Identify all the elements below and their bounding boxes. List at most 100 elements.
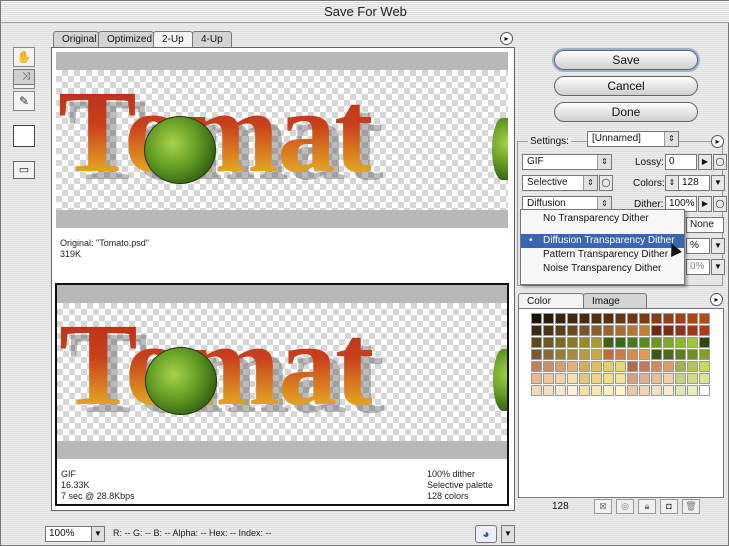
color-swatch[interactable] (675, 385, 686, 396)
color-swatch[interactable] (531, 349, 542, 360)
color-swatch[interactable] (699, 325, 710, 336)
color-swatch[interactable] (603, 313, 614, 324)
color-swatch[interactable] (579, 361, 590, 372)
color-swatch[interactable] (603, 361, 614, 372)
color-swatch[interactable] (699, 349, 710, 360)
color-swatch[interactable] (651, 373, 662, 384)
color-swatch[interactable] (603, 325, 614, 336)
lossy-mask-icon[interactable]: ◯ (713, 154, 727, 170)
color-swatch[interactable] (603, 373, 614, 384)
eyedropper-color-swatch[interactable] (13, 125, 35, 147)
dither-mask-icon[interactable]: ◯ (713, 196, 727, 212)
color-swatch[interactable] (675, 337, 686, 348)
color-swatch[interactable] (579, 349, 590, 360)
browser-dropdown-icon[interactable]: ▼ (501, 525, 515, 543)
color-swatch[interactable] (651, 385, 662, 396)
color-swatch[interactable] (663, 313, 674, 324)
color-swatch[interactable] (699, 385, 710, 396)
color-swatch[interactable] (555, 385, 566, 396)
color-swatch[interactable] (555, 373, 566, 384)
color-swatch[interactable] (603, 349, 614, 360)
color-swatch[interactable] (543, 373, 554, 384)
color-swatch[interactable] (627, 313, 638, 324)
tab-2-up[interactable]: 2-Up (153, 31, 193, 47)
preview-menu-icon[interactable]: ▸ (500, 32, 513, 45)
color-swatch[interactable] (543, 337, 554, 348)
color-swatch[interactable] (603, 385, 614, 396)
color-swatch[interactable] (675, 373, 686, 384)
color-swatch[interactable] (699, 373, 710, 384)
color-swatch[interactable] (543, 361, 554, 372)
color-swatch[interactable] (615, 361, 626, 372)
original-image[interactable]: Tomat Tomat (56, 70, 508, 210)
menu-item-pattern-transparency-dither[interactable]: Pattern Transparency Dither (521, 248, 684, 262)
hand-tool-icon[interactable]: ✋ (13, 47, 35, 67)
color-swatch[interactable] (531, 385, 542, 396)
new-color-icon[interactable]: ◘ (660, 499, 678, 514)
color-swatch[interactable] (627, 361, 638, 372)
color-swatch[interactable] (555, 337, 566, 348)
settings-menu-icon[interactable]: ▸ (711, 135, 724, 148)
color-swatch[interactable] (591, 313, 602, 324)
done-button[interactable]: Done (554, 102, 698, 122)
transparency-amount-field[interactable]: 0% (686, 259, 710, 275)
color-swatch[interactable] (567, 373, 578, 384)
color-swatch[interactable] (663, 325, 674, 336)
color-swatch[interactable] (555, 361, 566, 372)
color-swatch[interactable] (651, 337, 662, 348)
menu-item-no-transparency-dither[interactable]: No Transparency Dither (521, 212, 684, 226)
color-swatch[interactable] (579, 313, 590, 324)
color-swatch[interactable] (639, 373, 650, 384)
color-swatch[interactable] (555, 349, 566, 360)
optimized-image[interactable]: Tomat Tomat (57, 303, 507, 441)
tab-optimized[interactable]: Optimized (98, 31, 154, 47)
color-swatch[interactable] (543, 385, 554, 396)
color-swatch[interactable] (639, 349, 650, 360)
preview-in-browser-icon[interactable]: ◕ (475, 525, 497, 543)
map-transparent-icon[interactable]: ⊠ (594, 499, 612, 514)
color-swatch[interactable] (651, 325, 662, 336)
color-swatch[interactable] (615, 349, 626, 360)
color-swatch[interactable] (591, 373, 602, 384)
color-swatch[interactable] (615, 385, 626, 396)
lossy-arrow-icon[interactable]: ▶ (698, 154, 712, 170)
color-swatch[interactable] (687, 325, 698, 336)
color-swatch[interactable] (579, 385, 590, 396)
color-swatch[interactable] (567, 325, 578, 336)
color-swatch[interactable] (627, 373, 638, 384)
color-swatch[interactable] (699, 337, 710, 348)
color-swatch[interactable] (579, 325, 590, 336)
color-swatch[interactable] (675, 349, 686, 360)
color-table-menu-icon[interactable]: ▸ (710, 293, 723, 306)
color-swatch[interactable] (567, 361, 578, 372)
color-swatch[interactable] (531, 373, 542, 384)
color-swatch[interactable] (591, 385, 602, 396)
reduction-mask-icon[interactable]: ◯ (599, 175, 613, 191)
color-swatch[interactable] (543, 313, 554, 324)
color-swatch[interactable] (675, 361, 686, 372)
color-swatch[interactable] (579, 373, 590, 384)
menu-item-noise-transparency-dither[interactable]: Noise Transparency Dither (521, 262, 684, 276)
slice-select-tool-icon[interactable]: ⤨ (13, 69, 35, 85)
color-swatch[interactable] (543, 349, 554, 360)
color-swatch[interactable] (591, 325, 602, 336)
tab-image-size[interactable]: Image Size (583, 293, 647, 322)
color-swatch[interactable] (639, 325, 650, 336)
color-swatch[interactable] (531, 361, 542, 372)
color-swatch[interactable] (615, 373, 626, 384)
color-swatch[interactable] (663, 337, 674, 348)
eyedropper-tool-icon[interactable]: ✎ (13, 91, 35, 111)
color-swatch[interactable] (651, 361, 662, 372)
lossy-field[interactable]: 0 (665, 154, 697, 170)
color-swatch[interactable] (699, 361, 710, 372)
tab-color-table[interactable]: Color Table (518, 293, 584, 322)
save-button[interactable]: Save (554, 50, 698, 70)
color-swatch[interactable] (687, 373, 698, 384)
matte-field[interactable]: None (686, 217, 724, 233)
delete-color-icon[interactable]: 🗑︎ (682, 499, 700, 514)
color-swatch[interactable] (627, 337, 638, 348)
dither-arrow-icon[interactable]: ▶ (698, 196, 712, 212)
toggle-slices-icon[interactable]: ▭ (13, 161, 35, 179)
original-pane[interactable]: Tomat Tomat Original: "Tomato.psd" 319K (56, 52, 508, 276)
color-swatch[interactable] (687, 385, 698, 396)
